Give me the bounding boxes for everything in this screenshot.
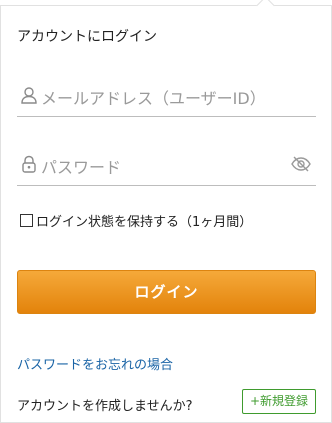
lock-icon — [19, 154, 39, 174]
register-button[interactable]: +新規登録 — [242, 389, 316, 414]
remember-checkbox[interactable] — [20, 214, 33, 227]
remember-me-option[interactable]: ログイン状態を保持する（1ヶ月間） — [20, 211, 252, 230]
login-popup: アカウントにログイン メールアドレス（ユーザーID） パスワード ログイン状態を… — [0, 0, 332, 423]
login-button[interactable]: ログイン — [17, 270, 316, 314]
login-title: アカウントにログイン — [17, 29, 157, 45]
password-placeholder: パスワード — [41, 158, 122, 177]
create-account-prompt: アカウントを作成しませんか? — [17, 399, 193, 414]
eye-slash-icon[interactable] — [290, 155, 312, 173]
email-field[interactable]: メールアドレス（ユーザーID） — [17, 74, 316, 117]
forgot-password-link[interactable]: パスワードをお忘れの場合 — [17, 354, 173, 373]
email-placeholder: メールアドレス（ユーザーID） — [41, 89, 266, 108]
popup-caret — [256, 0, 275, 15]
user-icon — [19, 85, 39, 105]
password-field[interactable]: パスワード — [17, 143, 316, 186]
remember-label: ログイン状態を保持する（1ヶ月間） — [36, 215, 253, 230]
